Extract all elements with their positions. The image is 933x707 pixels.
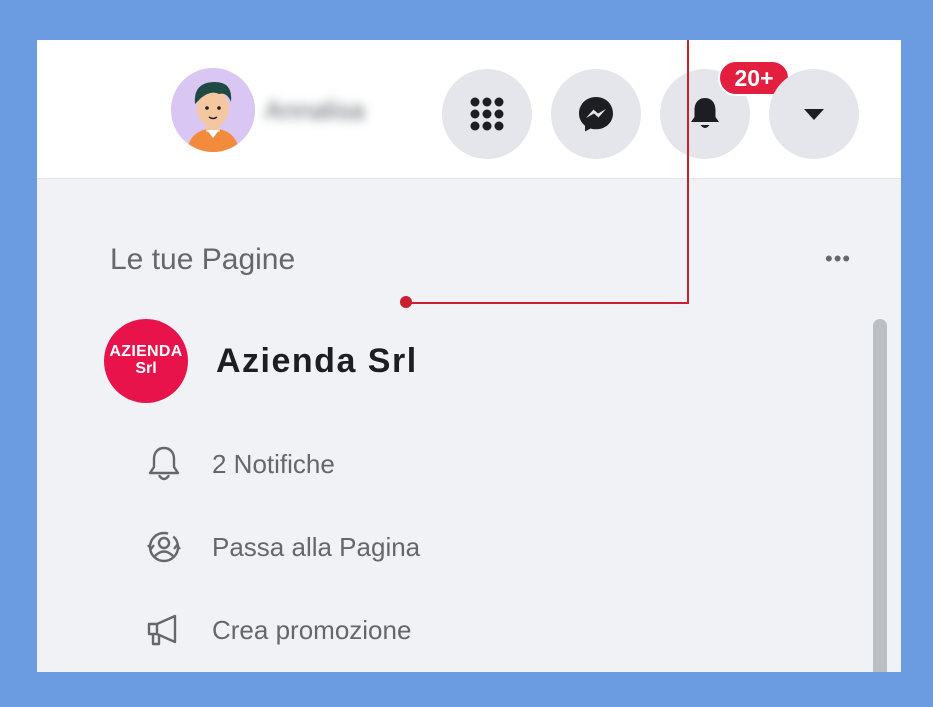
grid-menu-icon (470, 97, 504, 131)
top-navigation-bar: Annalisa 20+ (37, 40, 901, 179)
messenger-icon (579, 97, 613, 132)
switch-to-page-action[interactable]: Passa alla Pagina (144, 527, 420, 567)
messenger-button[interactable] (551, 69, 641, 159)
avatar-illustration-icon (171, 68, 255, 152)
page-logo-line2: Srl (135, 360, 157, 377)
callout-line-vertical (687, 40, 689, 304)
action-label: 2 Notifiche (212, 448, 335, 479)
profile-name: Annalisa (265, 94, 365, 125)
action-label: Crea promozione (212, 614, 412, 645)
section-title: Le tue Pagine (110, 243, 296, 276)
bell-outline-icon (144, 444, 184, 484)
callout-line-horizontal (406, 302, 689, 304)
facebook-menu-window: Annalisa 20+ Le tue Pagine ••• AZIENDA S… (37, 40, 901, 672)
page-logo-line1: AZIENDA (109, 343, 183, 361)
notifications-action[interactable]: 2 Notifiche (144, 444, 335, 484)
account-button[interactable] (769, 69, 859, 159)
action-label: Passa alla Pagina (212, 531, 421, 562)
menu-button[interactable] (442, 69, 532, 159)
switch-profile-icon (144, 527, 184, 567)
profile-button[interactable]: Annalisa (171, 68, 365, 152)
page-name: Azienda Srl (216, 341, 418, 380)
callout-dot (400, 296, 412, 308)
profile-avatar (171, 68, 255, 152)
bell-icon (691, 98, 719, 128)
caret-down-icon (804, 109, 824, 120)
create-promotion-action[interactable]: Crea promozione (144, 610, 411, 650)
page-item-azienda-srl[interactable]: AZIENDA Srl Azienda Srl (104, 319, 418, 403)
scrollbar-thumb[interactable] (873, 319, 887, 672)
page-logo: AZIENDA Srl (104, 319, 188, 403)
more-options-button[interactable]: ••• (825, 246, 851, 272)
megaphone-icon (144, 610, 184, 650)
